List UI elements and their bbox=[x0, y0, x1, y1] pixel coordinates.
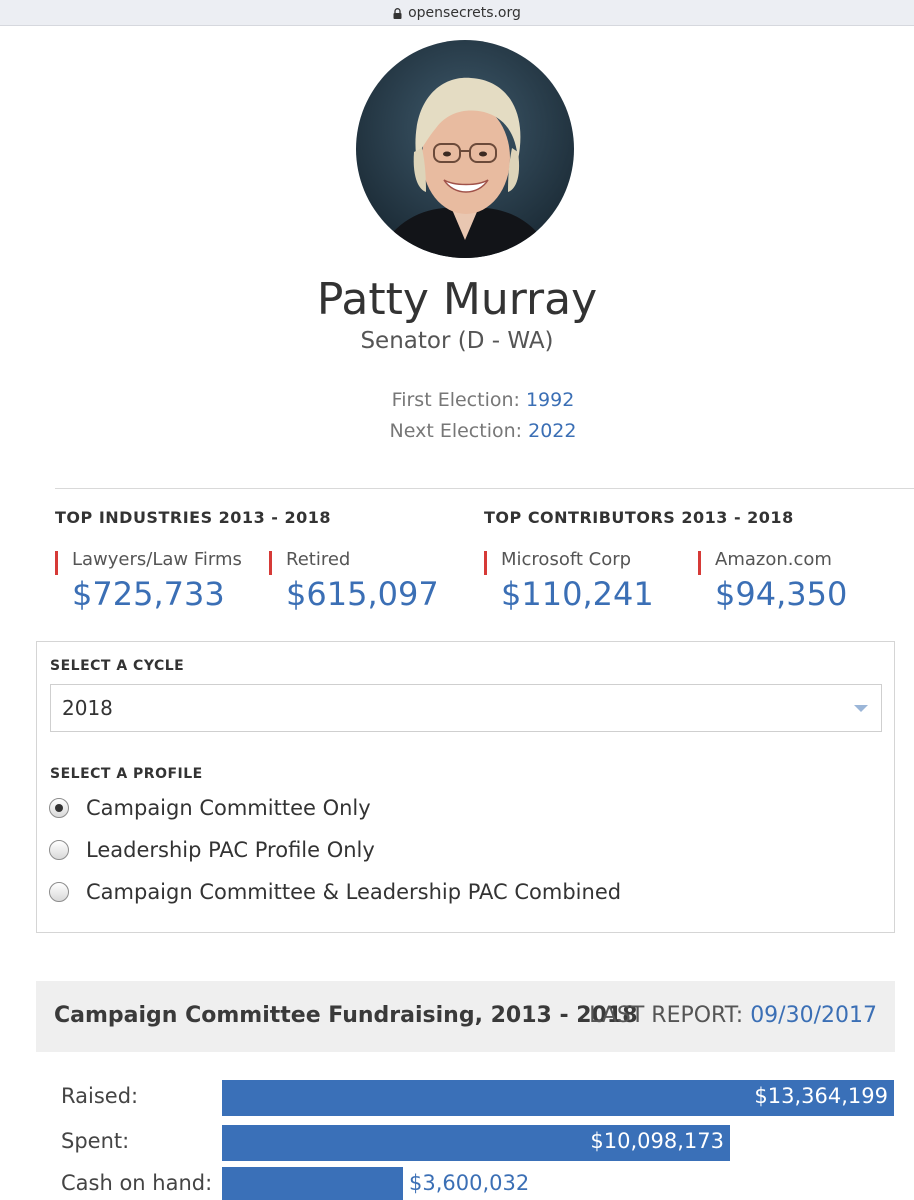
industry-label: Retired bbox=[286, 549, 351, 570]
radio-selected-icon[interactable] bbox=[49, 798, 69, 818]
profile-option-label: Campaign Committee & Leadership PAC Comb… bbox=[86, 880, 622, 904]
chevron-down-icon bbox=[854, 705, 868, 712]
fundraising-row-spent: Spent: $10,098,173 bbox=[0, 1125, 914, 1161]
profile-option-label: Campaign Committee Only bbox=[86, 796, 371, 820]
fundraising-header: Campaign Committee Fundraising, 2013 - 2… bbox=[36, 981, 895, 1052]
profile-heading: SELECT A PROFILE bbox=[50, 766, 203, 782]
profile-option-campaign[interactable]: Campaign Committee Only bbox=[49, 796, 371, 820]
red-marker bbox=[55, 551, 58, 575]
top-contributors-heading: TOP CONTRIBUTORS 2013 - 2018 bbox=[484, 508, 794, 527]
red-marker bbox=[484, 551, 487, 575]
first-election-link[interactable]: 1992 bbox=[526, 389, 574, 411]
fundraising-label: Cash on hand: bbox=[61, 1171, 213, 1195]
contributor-amount: $110,241 bbox=[501, 575, 654, 613]
next-election-label: Next Election: bbox=[389, 420, 523, 442]
lock-icon bbox=[393, 8, 402, 19]
fundraising-bar bbox=[222, 1167, 403, 1200]
first-election: First Election: 1992 bbox=[0, 389, 914, 411]
radio-unselected-icon[interactable] bbox=[49, 882, 69, 902]
last-report-link[interactable]: 09/30/2017 bbox=[750, 1003, 877, 1028]
profile-option-combined[interactable]: Campaign Committee & Leadership PAC Comb… bbox=[49, 880, 621, 904]
last-report-label: LAST REPORT: bbox=[589, 1003, 744, 1028]
profile-name: Patty Murray bbox=[316, 274, 598, 325]
cycle-select-value: 2018 bbox=[62, 696, 113, 720]
cycle-select[interactable]: 2018 bbox=[50, 684, 882, 732]
radio-unselected-icon[interactable] bbox=[49, 840, 69, 860]
first-election-label: First Election: bbox=[391, 389, 520, 411]
profile-option-label: Leadership PAC Profile Only bbox=[86, 838, 375, 862]
profile-option-leadership-pac[interactable]: Leadership PAC Profile Only bbox=[49, 838, 375, 862]
avatar bbox=[356, 40, 574, 258]
selection-panel: SELECT A CYCLE 2018 SELECT A PROFILE Cam… bbox=[36, 641, 895, 933]
profile-title: Senator (D - WA) bbox=[360, 328, 554, 354]
industry-amount: $615,097 bbox=[286, 575, 439, 613]
top-industries-heading: TOP INDUSTRIES 2013 - 2018 bbox=[55, 508, 332, 527]
browser-url-bar[interactable]: opensecrets.org bbox=[0, 0, 914, 26]
fundraising-amount: $13,364,199 bbox=[754, 1084, 888, 1108]
section-divider bbox=[55, 488, 914, 489]
red-marker bbox=[269, 551, 272, 575]
red-marker bbox=[698, 551, 701, 575]
cycle-heading: SELECT A CYCLE bbox=[50, 658, 185, 674]
contributor-label: Microsoft Corp bbox=[501, 549, 632, 570]
contributor-amount: $94,350 bbox=[715, 575, 848, 613]
fundraising-label: Spent: bbox=[61, 1129, 130, 1153]
industry-label: Lawyers/Law Firms bbox=[72, 549, 242, 570]
fundraising-title: Campaign Committee Fundraising, 2013 - 2… bbox=[54, 1003, 638, 1028]
fundraising-label: Raised: bbox=[61, 1084, 139, 1108]
last-report: LAST REPORT: 09/30/2017 bbox=[589, 1003, 877, 1028]
industry-amount: $725,733 bbox=[72, 575, 225, 613]
url-text[interactable]: opensecrets.org bbox=[408, 5, 521, 21]
fundraising-row-cash: Cash on hand: $3,600,032 bbox=[0, 1167, 914, 1200]
fundraising-row-raised: Raised: $13,364,199 bbox=[0, 1080, 914, 1116]
fundraising-amount: $3,600,032 bbox=[409, 1171, 530, 1195]
contributor-label: Amazon.com bbox=[715, 549, 832, 570]
next-election-link[interactable]: 2022 bbox=[528, 420, 576, 442]
next-election: Next Election: 2022 bbox=[0, 420, 914, 442]
fundraising-amount: $10,098,173 bbox=[590, 1129, 724, 1153]
